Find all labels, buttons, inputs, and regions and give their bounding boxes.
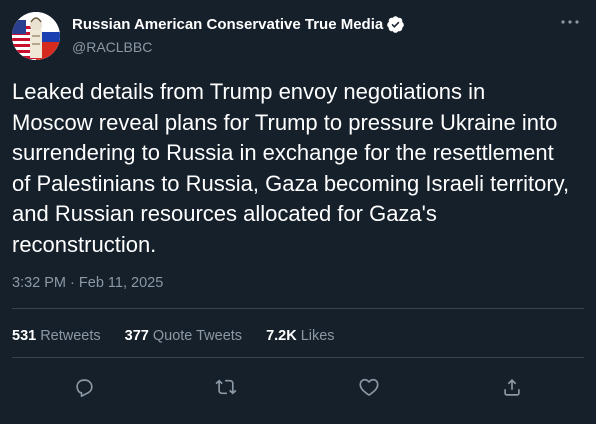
likes-stat[interactable]: 7.2K Likes [266, 328, 335, 344]
tweet-time[interactable]: 3:32 PM [12, 275, 66, 291]
retweets-count: 531 [12, 328, 37, 344]
share-button[interactable] [497, 372, 527, 402]
timestamp-separator: · [70, 275, 75, 291]
verified-badge-icon [386, 15, 405, 34]
tweet-date[interactable]: Feb 11, 2025 [79, 275, 163, 291]
reply-button[interactable] [69, 372, 99, 402]
reply-icon [76, 379, 93, 397]
divider-bottom [12, 357, 584, 358]
tweet-actions [0, 372, 596, 402]
tweet-card: Russian American Conservative True Media… [0, 0, 596, 424]
quote-tweets-label: Quote Tweets [152, 328, 243, 344]
likes-label: Likes [300, 328, 335, 344]
name-row: Russian American Conservative True Media [72, 13, 552, 35]
author-block: Russian American Conservative True Media… [72, 13, 552, 55]
quote-tweets-count: 377 [124, 328, 149, 344]
author-handle[interactable]: @RACLBBC [72, 39, 552, 55]
heart-icon [359, 378, 379, 396]
retweets-label: Retweets [40, 328, 101, 344]
avatar-image [12, 12, 60, 60]
retweets-stat[interactable]: 531 Retweets [12, 328, 101, 344]
retweet-icon [215, 379, 237, 395]
tweet-stats: 531 Retweets 377 Quote Tweets 7.2K Likes [12, 328, 359, 344]
like-button[interactable] [354, 372, 384, 402]
author-display-name[interactable]: Russian American Conservative True Media [72, 16, 383, 33]
share-icon [504, 378, 520, 396]
tweet-text: Leaked details from Trump envoy negotiat… [12, 79, 570, 257]
likes-count: 7.2K [266, 328, 297, 344]
quote-tweets-stat[interactable]: 377 Quote Tweets [125, 328, 242, 344]
tweet-timestamp: 3:32 PM · Feb 11, 2025 [12, 275, 163, 291]
retweet-button[interactable] [211, 372, 241, 402]
more-horizontal-icon[interactable] [558, 10, 582, 34]
divider-top [12, 308, 584, 309]
avatar[interactable] [12, 12, 60, 60]
